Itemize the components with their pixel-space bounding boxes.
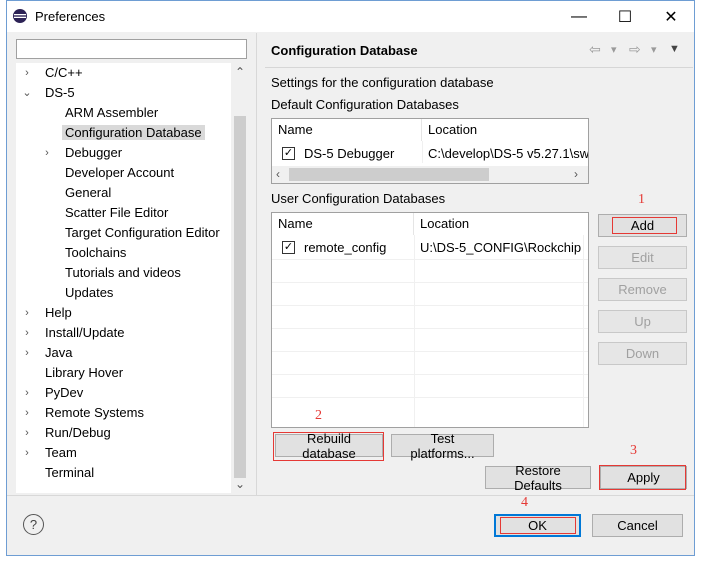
tree-item-install-update[interactable]: › Install/Update [22,323,124,343]
tree-item-updates[interactable]: Updates [65,283,113,303]
table-row[interactable]: ✓ DS-5 Debugger C:\develop\DS-5 v5.27.1\… [272,143,589,165]
tree-scrollbar-thumb[interactable] [234,116,246,478]
maximize-button[interactable]: ☐ [602,1,648,32]
page-title: Configuration Database [271,43,418,58]
back-icon[interactable]: ⇦ [589,41,601,58]
eclipse-icon [13,9,27,23]
expand-arrow-icon[interactable]: › [22,443,32,463]
apply-button[interactable]: Apply [600,466,687,489]
expand-arrow-icon[interactable]: › [22,63,32,83]
horizontal-scrollbar[interactable]: ‹ › [272,166,588,183]
pane-divider[interactable] [256,33,257,495]
rebuild-database-button[interactable]: Rebuild database [275,431,383,461]
add-button[interactable]: Add [598,214,687,237]
tree-item-general[interactable]: General [65,183,111,203]
row-location: U:\DS-5_CONFIG\Rockchip [420,240,582,255]
tree-item-developer-account[interactable]: Developer Account [65,163,174,183]
horizontal-scrollbar-thumb[interactable] [289,168,489,181]
scroll-left-icon[interactable]: ‹ [276,167,280,181]
user-databases-table: Name Location ✓ remote_config U:\DS-5_CO… [271,212,589,428]
tree-item-pydev[interactable]: › PyDev [22,383,83,403]
window-title: Preferences [35,9,106,24]
restore-defaults-button[interactable]: Restore Defaults [485,463,591,493]
tree-item-java[interactable]: › Java [22,343,72,363]
page-description: Settings for the configuration database [271,75,494,90]
collapse-arrow-icon[interactable]: ⌄ [22,83,32,103]
row-location: C:\develop\DS-5 v5.27.1\sw [428,146,589,161]
tree-item-library-hover[interactable]: Library Hover [45,363,123,383]
edit-button[interactable]: Edit [598,246,687,269]
scroll-right-icon[interactable]: › [574,167,578,181]
column-header-name[interactable]: Name [272,119,422,141]
minimize-button[interactable]: — [556,1,602,32]
column-header-name[interactable]: Name [272,213,414,235]
tree-item-help[interactable]: › Help [22,303,72,323]
expand-arrow-icon[interactable]: › [22,423,32,443]
remove-button[interactable]: Remove [598,278,687,301]
expand-arrow-icon[interactable]: › [22,383,32,403]
tree-item-run-debug[interactable]: › Run/Debug [22,423,111,443]
default-section-label: Default Configuration Databases [271,97,459,112]
test-platforms-button[interactable]: Test platforms... [391,431,494,461]
tree-item-target-configuration-editor[interactable]: Target Configuration Editor [65,223,220,243]
annotation-4: 4 [521,495,528,510]
ok-button[interactable]: OK [494,514,581,537]
expand-arrow-icon[interactable]: › [22,323,32,343]
tree-item-configuration-database[interactable]: Configuration Database [62,123,205,143]
help-icon[interactable]: ? [23,514,44,535]
annotation-2: 2 [315,408,322,423]
row-name: remote_config [304,240,387,255]
annotation-1: 1 [638,192,645,207]
tree-item-debugger[interactable]: › Debugger [42,143,122,163]
expand-arrow-icon[interactable]: › [22,303,32,323]
view-menu-icon[interactable]: ▼ [669,43,680,55]
forward-icon[interactable]: ⇨ [629,41,641,58]
scroll-down-icon[interactable]: ⌄ [234,477,246,491]
preference-tree: › C/C++ ⌄ DS-5 ARM Assembler Configurati… [16,63,248,493]
footer-separator [7,495,694,496]
user-section-label: User Configuration Databases [271,191,446,206]
cancel-button[interactable]: Cancel [592,514,683,537]
up-button[interactable]: Up [598,310,687,333]
title-bar: Preferences — ☐ ✕ [7,1,694,32]
annotation-3: 3 [630,443,637,458]
tree-item-scatter-file-editor[interactable]: Scatter File Editor [65,203,168,223]
tree-item-toolchains[interactable]: Toolchains [65,243,126,263]
table-row[interactable]: ✓ remote_config U:\DS-5_CONFIG\Rockchip [272,237,588,259]
tree-item-cpp[interactable]: › C/C++ [22,63,82,83]
column-header-location[interactable]: Location [414,213,588,235]
row-checkbox[interactable]: ✓ [282,147,295,160]
preferences-dialog: Preferences — ☐ ✕ › C/C++ ⌄ DS-5 ARM Ass… [6,0,695,556]
scroll-up-icon[interactable]: ⌃ [234,65,246,79]
tree-item-team[interactable]: › Team [22,443,77,463]
expand-arrow-icon[interactable]: › [22,343,32,363]
expand-arrow-icon[interactable]: › [42,143,52,163]
forward-dropdown-icon[interactable]: ▾ [651,43,657,56]
row-checkbox[interactable]: ✓ [282,241,295,254]
row-name: DS-5 Debugger [304,146,395,161]
tree-item-terminal[interactable]: Terminal [45,463,94,483]
filter-input[interactable] [16,39,247,59]
down-button[interactable]: Down [598,342,687,365]
close-button[interactable]: ✕ [648,1,694,32]
tree-item-arm-assembler[interactable]: ARM Assembler [65,103,158,123]
expand-arrow-icon[interactable]: › [22,403,32,423]
column-header-location[interactable]: Location [422,119,588,141]
default-databases-table: Name Location ✓ DS-5 Debugger C:\develop… [271,118,589,184]
back-dropdown-icon[interactable]: ▾ [611,43,617,56]
tree-item-tutorials-and-videos[interactable]: Tutorials and videos [65,263,181,283]
tree-item-ds5[interactable]: ⌄ DS-5 [22,83,74,103]
tree-item-remote-systems[interactable]: › Remote Systems [22,403,144,423]
